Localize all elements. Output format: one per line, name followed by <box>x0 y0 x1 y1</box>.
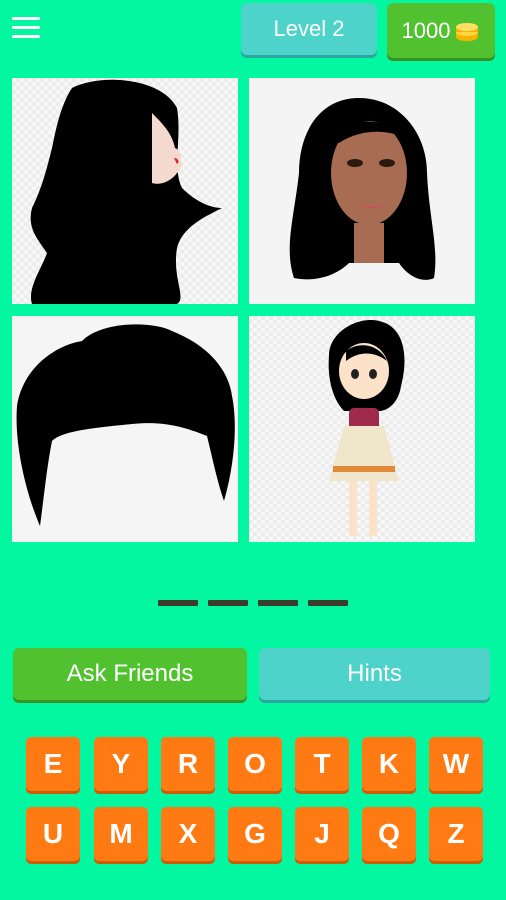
letter-key[interactable]: U <box>26 807 80 861</box>
coins-button[interactable]: 1000 <box>387 3 495 58</box>
answer-slot[interactable] <box>158 600 198 606</box>
hair-profile-silhouette-icon <box>30 79 222 304</box>
letter-key[interactable]: T <box>295 737 349 791</box>
cartoon-girl-icon <box>328 320 405 536</box>
letter-key[interactable]: X <box>161 807 215 861</box>
puzzle-image-1 <box>12 78 238 304</box>
answer-slot[interactable] <box>258 600 298 606</box>
puzzle-image-4 <box>249 316 475 542</box>
letter-key[interactable]: W <box>429 737 483 791</box>
coin-count: 1000 <box>401 17 451 43</box>
letter-key[interactable]: J <box>295 807 349 861</box>
puzzle-image-2 <box>249 78 475 304</box>
hair-wig-icon <box>16 324 235 526</box>
answer-slot[interactable] <box>308 600 348 606</box>
coin-stack-icon <box>456 22 479 41</box>
puzzle-image-3 <box>12 316 238 542</box>
letter-key[interactable]: O <box>228 737 282 791</box>
level-label: Level 2 <box>273 16 345 41</box>
letter-key[interactable]: R <box>161 737 215 791</box>
hints-button[interactable]: Hints <box>259 648 490 700</box>
answer-slots <box>158 600 348 606</box>
letter-key[interactable]: E <box>26 737 80 791</box>
letter-key[interactable]: G <box>228 807 282 861</box>
answer-slot[interactable] <box>208 600 248 606</box>
letter-key[interactable]: Q <box>362 807 416 861</box>
letter-key[interactable]: M <box>94 807 148 861</box>
ask-friends-button[interactable]: Ask Friends <box>13 648 247 700</box>
woman-face-icon <box>289 98 436 280</box>
letter-key[interactable]: Z <box>429 807 483 861</box>
letter-key[interactable]: Y <box>94 737 148 791</box>
menu-icon[interactable] <box>12 17 40 41</box>
level-indicator: Level 2 <box>241 3 377 55</box>
letter-key[interactable]: K <box>362 737 416 791</box>
